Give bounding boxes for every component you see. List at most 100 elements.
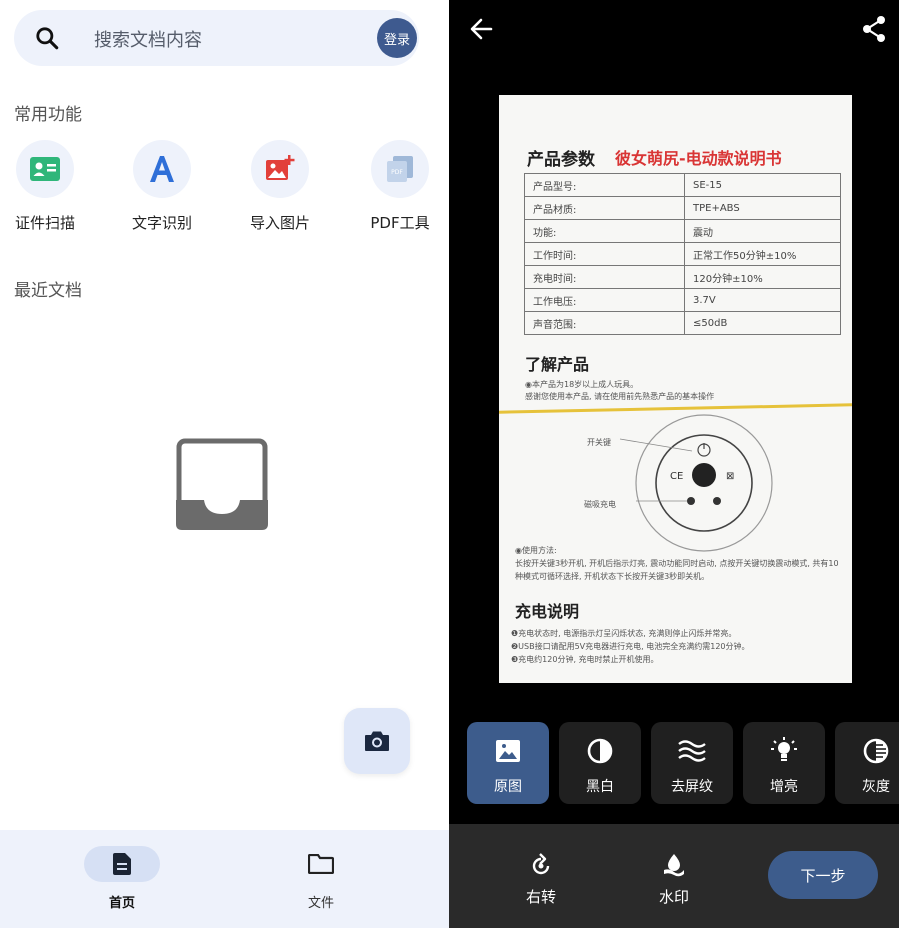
table-row: 产品材质: TPE+ABS [524,196,841,220]
table-cell: SE-15 [684,173,841,197]
func-icon-wrap [133,140,191,198]
filter-black-white[interactable]: 黑白 [559,722,641,804]
arrow-left-icon[interactable] [467,14,497,44]
table-row: 工作电压: 3.7V [524,288,841,312]
search-placeholder: 搜索文档内容 [94,30,202,51]
doc-title-red: 彼女萌尻-电动款说明书 [615,149,782,168]
filter-label: 增亮 [770,779,798,795]
waves-icon [678,740,706,762]
spec-table: 产品型号: SE-15 产品材质: TPE+ABS 功能: 震动 工作时间: 正常工作5… [524,173,841,335]
filter-brighten[interactable]: 增亮 [743,722,825,804]
share-icon[interactable] [859,14,889,44]
empty-inbox-icon [176,438,268,530]
func-pdf-tools[interactable]: PDF PDF工具 [355,140,445,233]
camera-icon [365,731,389,751]
login-button[interactable]: 登录 [377,18,417,58]
svg-text:CE: CE [670,471,683,482]
nav-files[interactable]: 文件 [271,846,371,911]
table-cell: 3.7V [684,288,841,312]
camera-button[interactable] [344,708,410,774]
filter-grayscale[interactable]: 灰度 [835,722,899,804]
nav-label: 首页 [108,896,135,911]
diagram-label: 磁吸充电 [584,500,616,509]
text-a-icon [150,156,174,182]
image-icon [496,740,520,762]
rotate-right-icon [532,853,550,875]
table-cell: 120分钟±10% [684,265,841,289]
contrast-icon [587,738,613,764]
nav-pill [84,846,160,882]
pdf-icon: PDF [387,156,413,182]
watermark-button[interactable]: 水印 [634,852,714,907]
func-label: 导入图片 [249,214,310,232]
grayscale-icon [863,738,889,764]
nav-home[interactable]: 首页 [72,846,172,911]
func-icon-wrap [16,140,74,198]
common-functions-title: 常用功能 [14,105,82,125]
editor-bottom-bar: 右转 水印 下一步 [449,824,899,928]
scanned-document-preview: 产品参数 彼女萌尻-电动款说明书 产品型号: SE-15 产品材质: TPE+ABS… [499,95,852,683]
func-icon-wrap: PDF [371,140,429,198]
doc-text: ❸充电约120分钟, 充电时禁止开机使用。 [511,655,659,664]
document-icon [113,853,131,875]
doc-section-heading: 充电说明 [515,602,580,621]
doc-text: 长按开关键3秒开机, 开机后指示灯亮, 震动功能同时启动, 点按开关键切换震动模… [515,559,839,581]
svg-text:PDF: PDF [391,169,403,176]
func-label: PDF工具 [370,214,430,232]
doc-title: 产品参数 [527,150,595,170]
table-cell: 工作电压: [524,288,685,312]
watermark-icon [664,854,684,877]
search-bar[interactable]: 搜索文档内容 登录 [14,10,419,66]
func-id-scan[interactable]: 证件扫描 [0,140,90,233]
func-text-recognition[interactable]: 文字识别 [117,140,207,233]
table-cell: 震动 [684,219,841,243]
func-label: 文字识别 [131,214,192,232]
tool-label: 右转 [525,888,556,906]
table-cell: 声音范围: [524,311,685,335]
id-card-icon [30,157,60,181]
func-icon-wrap [251,140,309,198]
table-row: 声音范围: ≤50dB [524,311,841,335]
rotate-right-button[interactable]: 右转 [501,852,581,907]
doc-text: ❷USB接口请配用5V充电器进行充电, 电池完全充满约需120分钟。 [511,642,750,651]
filter-label: 原图 [494,779,522,795]
func-import-image[interactable]: 导入图片 [235,140,325,233]
table-row: 产品型号: SE-15 [524,173,841,197]
table-cell: 功能: [524,219,685,243]
doc-text: ❶充电状态时, 电源指示灯呈闪烁状态, 充满则停止闪烁并常亮。 [511,629,737,638]
tool-label: 水印 [658,888,689,906]
doc-text: 感谢您使用本产品, 请在使用前先熟悉产品的基本操作 [525,392,715,401]
nav-pill [283,846,359,882]
table-row: 功能: 震动 [524,219,841,243]
next-step-button[interactable]: 下一步 [768,851,878,899]
filter-label: 黑白 [586,779,614,795]
image-add-icon [266,155,295,180]
folder-icon [308,854,334,874]
edit-screen: 产品参数 彼女萌尻-电动款说明书 产品型号: SE-15 产品材质: TPE+ABS… [449,0,899,928]
filter-label: 灰度 [862,779,890,795]
home-screen: 搜索文档内容 登录 常用功能 证件扫描 文字识别 导入图片 PDF PDF工具 … [0,0,449,928]
func-label: 证件扫描 [14,214,75,232]
svg-text:⊠: ⊠ [726,471,734,482]
doc-text: ◉使用方法: [515,546,557,555]
bulb-icon [771,737,797,761]
nav-label: 文件 [307,896,334,911]
filter-label: 去屏纹 [671,779,713,795]
table-cell: 工作时间: [524,242,685,266]
table-cell: ≤50dB [684,311,841,335]
table-cell: 正常工作50分钟±10% [684,242,841,266]
table-cell: 产品型号: [524,173,685,197]
table-row: 充电时间: 120分钟±10% [524,265,841,289]
filter-original[interactable]: 原图 [467,722,549,804]
filter-moire[interactable]: 去屏纹 [651,722,733,804]
filter-strip: 原图 黑白 去屏纹 增亮 灰度 [467,722,899,804]
table-cell: 充电时间: [524,265,685,289]
table-cell: TPE+ABS [684,196,841,220]
recent-docs-title: 最近文档 [14,281,82,301]
table-row: 工作时间: 正常工作50分钟±10% [524,242,841,266]
search-icon [36,27,59,50]
bottom-navigation: 首页 文件 [0,830,449,928]
diagram-label: 开关键 [587,438,611,447]
table-cell: 产品材质: [524,196,685,220]
doc-section-heading: 了解产品 [525,355,590,374]
